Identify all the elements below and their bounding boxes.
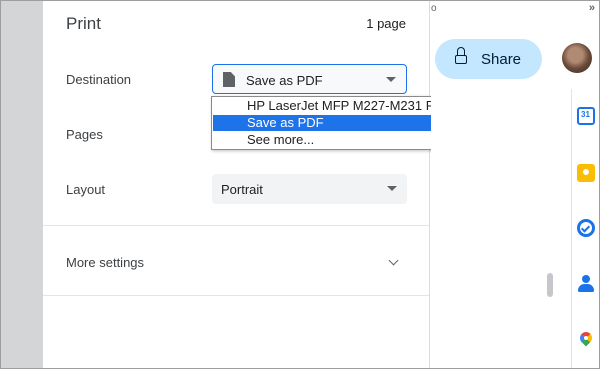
calendar-day: 31 bbox=[581, 110, 590, 119]
toolbar-fragment: o bbox=[431, 3, 437, 14]
pages-label: Pages bbox=[66, 127, 103, 142]
calendar-icon[interactable]: 31 bbox=[577, 107, 595, 125]
layout-label: Layout bbox=[66, 182, 106, 197]
tasks-icon[interactable] bbox=[577, 219, 595, 237]
print-settings-panel: Print 1 page Destination Save as PDF Pag… bbox=[43, 1, 430, 368]
share-button[interactable]: Share bbox=[435, 39, 542, 79]
print-title: Print bbox=[66, 14, 101, 33]
screenshot-frame: Print 1 page Destination Save as PDF Pag… bbox=[0, 0, 600, 369]
layout-select[interactable]: Portrait bbox=[212, 174, 407, 204]
contacts-icon[interactable] bbox=[577, 275, 595, 293]
side-panel-divider bbox=[571, 89, 572, 368]
chevron-down-icon[interactable] bbox=[388, 255, 399, 266]
dropdown-caret-icon bbox=[387, 186, 397, 191]
destination-label: Destination bbox=[66, 72, 132, 87]
destination-value: Save as PDF bbox=[246, 73, 323, 88]
page-count: 1 page bbox=[366, 16, 406, 31]
dropdown-caret-icon bbox=[386, 77, 396, 82]
browser-content: o » Share 31 bbox=[431, 1, 599, 368]
avatar[interactable] bbox=[562, 43, 592, 73]
destination-select[interactable]: Save as PDF bbox=[212, 64, 407, 94]
overflow-chevrons-icon[interactable]: » bbox=[589, 2, 595, 14]
share-label: Share bbox=[481, 51, 522, 68]
section-divider bbox=[43, 295, 429, 296]
keep-icon[interactable] bbox=[577, 164, 595, 182]
document-preview-edge bbox=[1, 1, 43, 368]
layout-value: Portrait bbox=[221, 182, 263, 197]
document-icon bbox=[223, 72, 235, 87]
lock-icon bbox=[455, 47, 467, 64]
section-divider bbox=[43, 225, 429, 226]
more-settings-label[interactable]: More settings bbox=[66, 255, 144, 270]
scrollbar[interactable] bbox=[547, 273, 553, 297]
maps-icon[interactable] bbox=[577, 329, 595, 350]
